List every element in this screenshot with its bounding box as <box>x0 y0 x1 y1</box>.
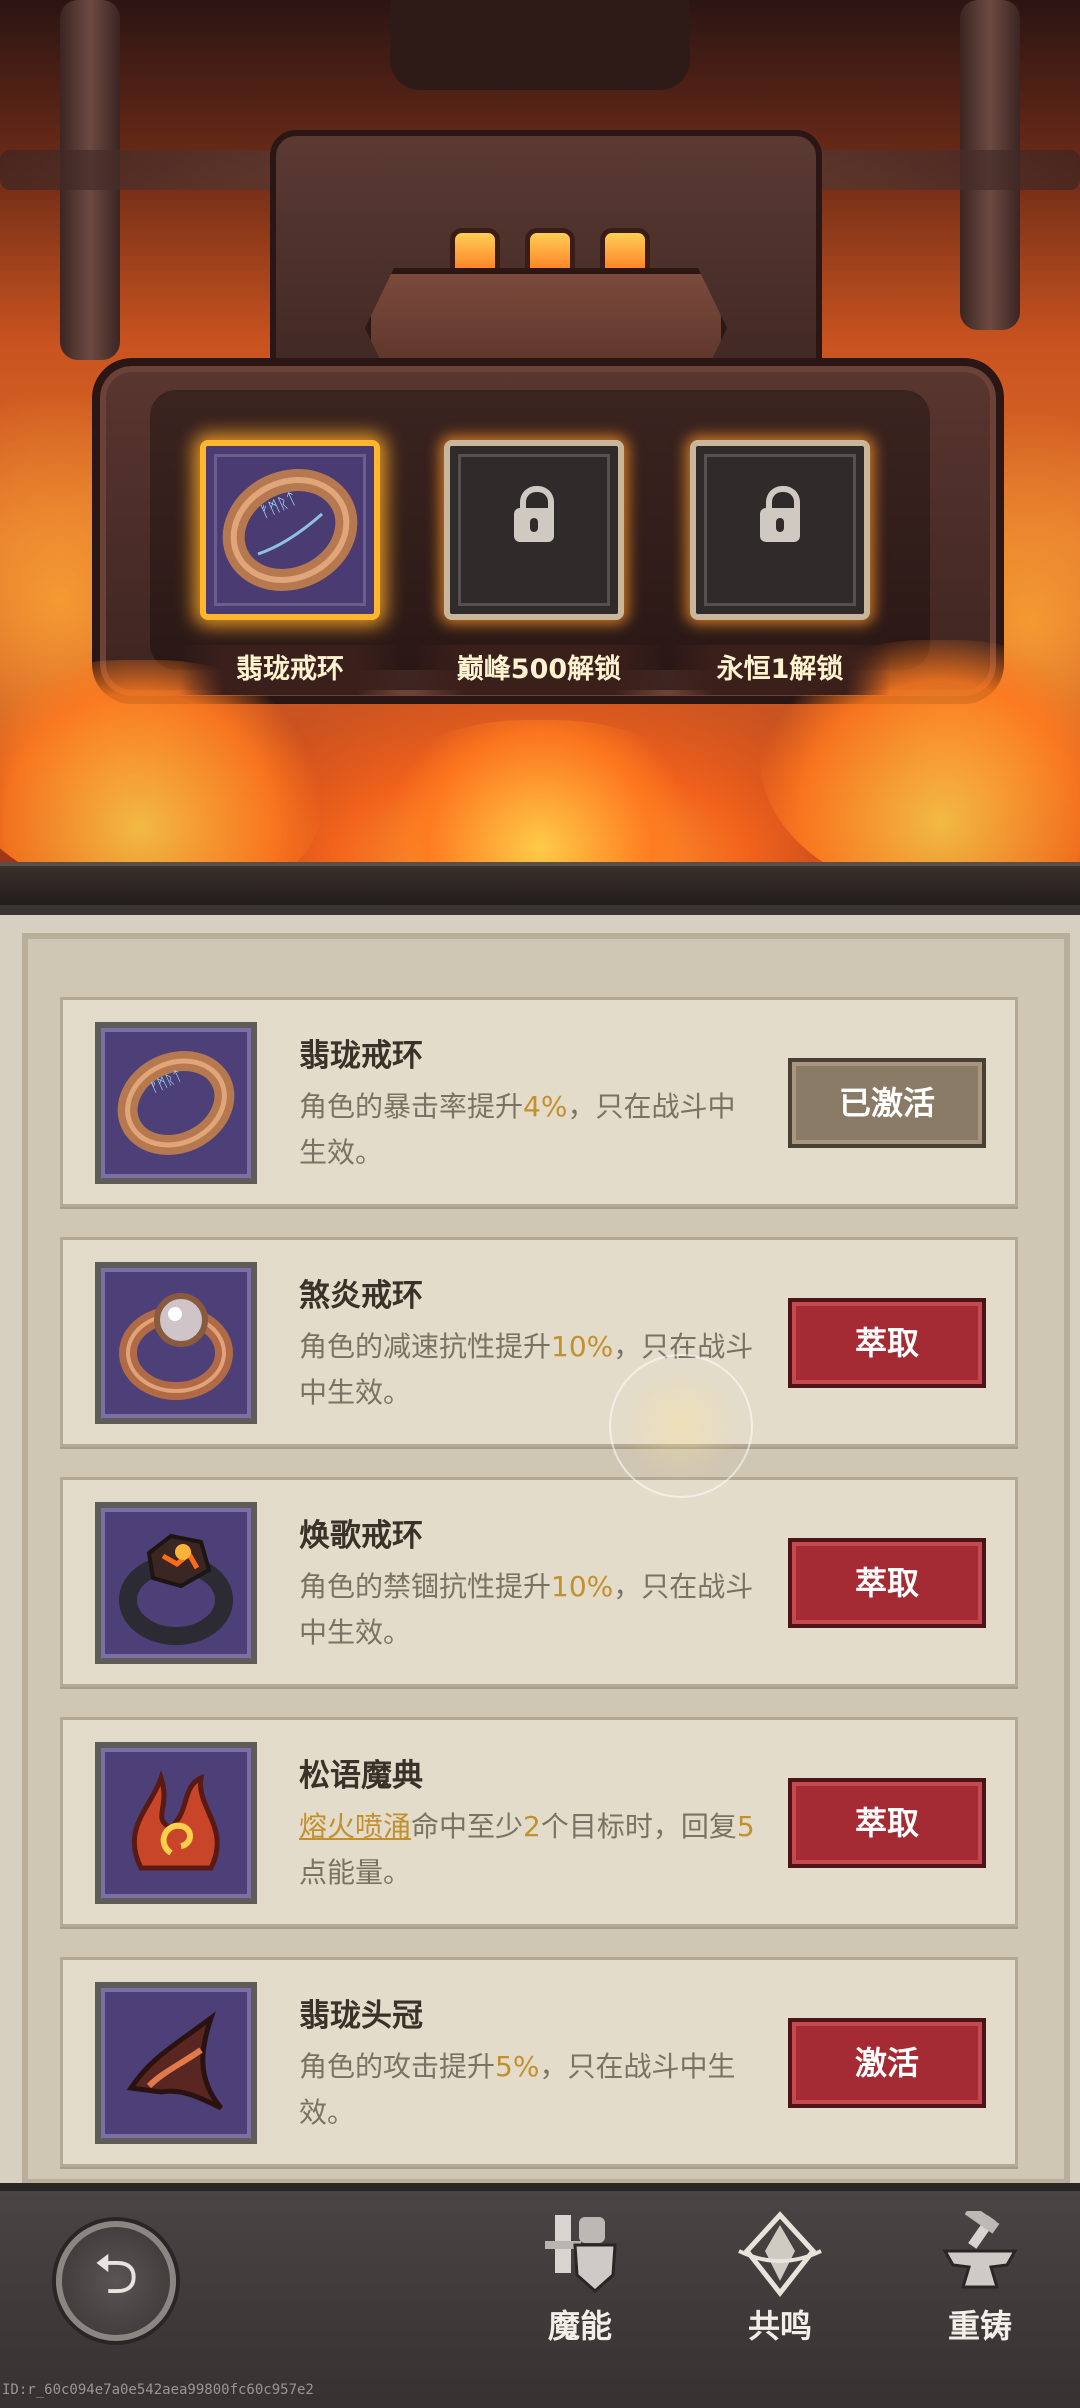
bottom-nav-bar: ⮌ 魔能 共鸣 重铸 <box>0 2183 1080 2408</box>
item-description: 角色的禁锢抗性提升10%，只在战斗中生效。 <box>299 1570 754 1649</box>
rune-ring-icon: ᚠᛗᚱᛏ <box>117 1051 235 1155</box>
lava-ring-icon <box>119 1533 233 1645</box>
back-button[interactable]: ⮌ <box>56 2221 176 2341</box>
item-description: 角色的暴击率提升4%，只在战斗中生效。 <box>299 1090 736 1169</box>
touch-indicator <box>609 1354 753 1498</box>
item-thumb <box>95 1982 257 2144</box>
list-item: 翡珑头冠 角色的攻击提升5%，只在战斗中生效。 激活 <box>60 1957 1018 2167</box>
item-thumb: ᚠᛗᚱᛏ <box>95 1022 257 1184</box>
flame-tome-icon <box>131 1770 220 1871</box>
panel-rail <box>0 862 1080 905</box>
item-description: 角色的攻击提升5%，只在战斗中生效。 <box>299 2050 736 2129</box>
equipment-slot-1[interactable]: ᚠᛗᚱᛏ <box>200 440 380 620</box>
furnace-top <box>390 0 690 90</box>
skill-link[interactable]: 熔火喷涌 <box>299 1810 411 1843</box>
list-item: 松语魔典 熔火喷涌命中至少2个目标时，回复5点能量。 萃取 <box>60 1717 1018 1927</box>
anvil-icon <box>935 2204 1025 2297</box>
item-name: 翡珑头冠 <box>299 1998 423 2034</box>
extract-button[interactable]: 萃取 <box>788 1778 986 1868</box>
nav-item-reforge[interactable]: 重铸 <box>920 2204 1040 2347</box>
equipment-slot-3[interactable] <box>690 440 870 620</box>
activate-button[interactable]: 激活 <box>788 2018 986 2108</box>
item-thumb <box>95 1502 257 1664</box>
slot-label-2: 巅峰500解锁 <box>414 645 664 695</box>
equipment-slot-2[interactable] <box>444 440 624 620</box>
slot-label-1: 翡珑戒环 <box>180 645 400 695</box>
item-panel: ᚠᛗᚱᛏ 翡珑戒环 角色的暴击率提升4%，只在战斗中生效。 已激活 煞炎戒环 角… <box>0 905 1080 2193</box>
list-item: 煞炎戒环 角色的减速抗性提升10%，只在战斗中生效。 萃取 <box>60 1237 1018 1447</box>
item-name: 翡珑戒环 <box>299 1038 423 1074</box>
lock-icon <box>760 486 800 542</box>
item-name: 松语魔典 <box>299 1758 423 1794</box>
list-item: 焕歌戒环 角色的禁锢抗性提升10%，只在战斗中生效。 萃取 <box>60 1477 1018 1687</box>
nav-item-magic[interactable]: 魔能 <box>520 2211 640 2347</box>
item-name: 焕歌戒环 <box>299 1518 423 1554</box>
back-arrow-icon: ⮌ <box>93 2242 139 2307</box>
nav-label: 魔能 <box>547 2307 612 2345</box>
list-item: ᚠᛗᚱᛏ 翡珑戒环 角色的暴击率提升4%，只在战斗中生效。 已激活 <box>60 997 1018 1207</box>
horn-crown-icon <box>126 2011 223 2111</box>
forge-scene: ᚠᛗᚱᛏ 翡珑戒环 巅峰500解锁 永恒1解锁 <box>0 0 1080 905</box>
item-description: 熔火喷涌命中至少2个目标时，回复5点能量。 <box>299 1810 755 1889</box>
pearl-ring-icon <box>119 1293 233 1400</box>
item-thumb <box>95 1742 257 1904</box>
extract-button[interactable]: 萃取 <box>788 1298 986 1388</box>
nav-item-resonance[interactable]: 共鸣 <box>720 2211 840 2347</box>
crystal-icon <box>735 2211 825 2298</box>
slot-label-3: 永恒1解锁 <box>670 645 890 695</box>
debug-id-text: ID:r_60c094e7a0e542aea99800fc60c957e2 <box>2 2382 314 2398</box>
extract-button[interactable]: 萃取 <box>788 1538 986 1628</box>
activated-button[interactable]: 已激活 <box>788 1058 986 1148</box>
knight-icon <box>535 2211 625 2297</box>
item-thumb <box>95 1262 257 1424</box>
lock-icon <box>514 486 554 542</box>
item-name: 煞炎戒环 <box>299 1278 423 1314</box>
nav-label: 重铸 <box>947 2307 1012 2345</box>
rune-ring-icon: ᚠᛗᚱᛏ <box>222 469 358 591</box>
nav-label: 共鸣 <box>747 2307 812 2345</box>
